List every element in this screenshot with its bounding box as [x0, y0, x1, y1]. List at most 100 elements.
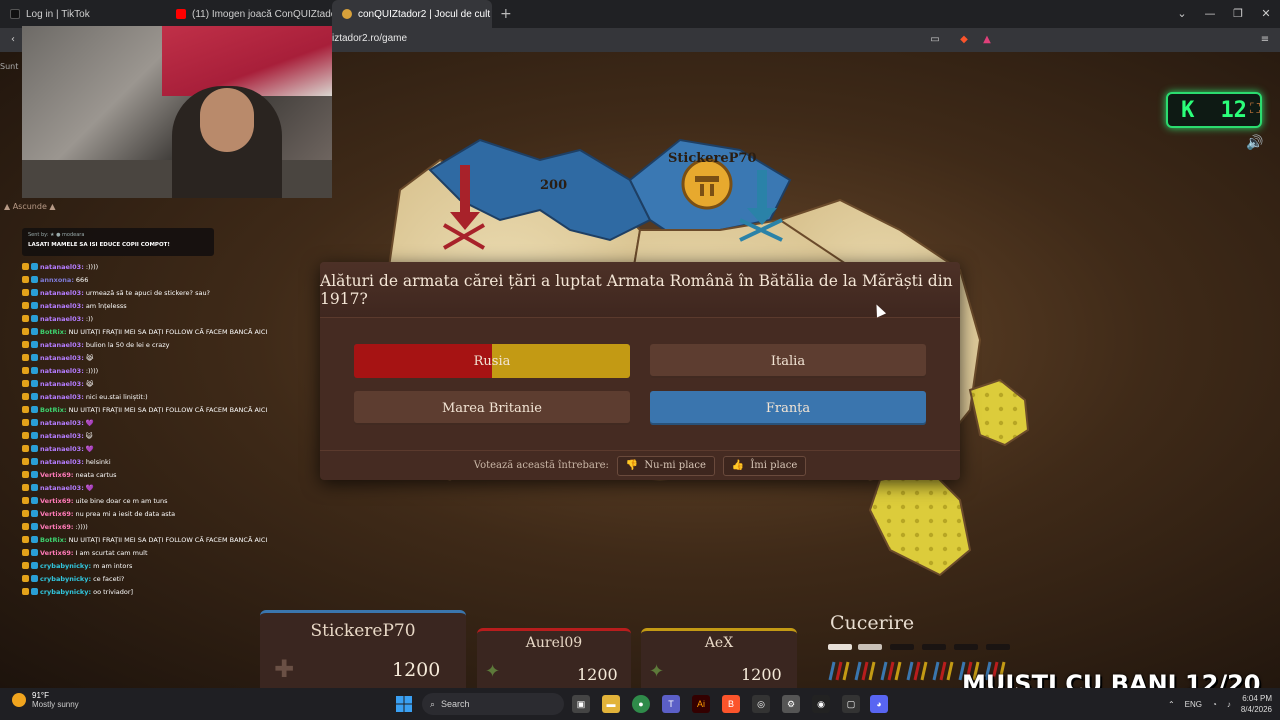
chat-username[interactable]: Vertix69: — [40, 523, 73, 531]
taskbar-search[interactable]: ⌕ Search — [422, 693, 564, 715]
chat-message: natanael03::)) — [22, 312, 312, 325]
chat-username[interactable]: natanael03: — [40, 289, 84, 297]
chat-username[interactable]: BotRix: — [40, 328, 67, 336]
map-territory-yellow-east[interactable] — [968, 378, 1030, 447]
vote-bar: Votează această întrebare: 👎 Nu-mi place… — [320, 450, 960, 480]
chat-badge-icon — [31, 367, 38, 374]
taskbar-clock[interactable]: 6:04 PM 8/4/2026 — [1241, 693, 1272, 715]
chat-username[interactable]: Vertix69: — [40, 549, 73, 557]
map-territory-yellow-southeast[interactable] — [868, 468, 972, 577]
minimize-icon[interactable]: — — [1196, 0, 1224, 28]
weather-condition: Mostly sunny — [32, 700, 79, 709]
clock-date: 8/4/2026 — [1240, 705, 1272, 714]
fortress-icon: ✦ — [649, 661, 665, 682]
map-player-label: StickereP70 — [668, 151, 757, 166]
weather-widget[interactable]: 91°F Mostly sunny — [12, 691, 79, 709]
obs-icon[interactable]: ◉ — [812, 695, 830, 713]
chat-username[interactable]: natanael03: — [40, 341, 84, 349]
chat-username[interactable]: natanael03: — [40, 419, 84, 427]
illustrator-icon[interactable]: Ai — [692, 695, 710, 713]
close-window-icon[interactable]: ✕ — [1252, 0, 1280, 28]
brave-rewards-icon[interactable]: ▲ — [980, 33, 994, 47]
stream-side-text: Sunt — [0, 62, 19, 71]
chat-badge-icon — [31, 536, 38, 543]
chat-username[interactable]: natanael03: — [40, 354, 84, 362]
chat-message: natanael03: 💜 — [22, 481, 312, 494]
chat-text: am înțelesss — [85, 301, 127, 310]
chat-username[interactable]: crybabynicky: — [40, 562, 91, 570]
chat-text: 💜 — [85, 483, 94, 492]
chat-username[interactable]: Vertix69: — [40, 471, 73, 479]
back-icon[interactable]: ‹ — [6, 33, 20, 47]
chat-message: natanael03: nici eu.stai liniștit:) — [22, 390, 312, 403]
menu-icon[interactable]: ≡ — [1258, 33, 1272, 47]
brave-shield-icon[interactable]: ◆ — [957, 33, 971, 47]
viewer-count: 12 — [1220, 97, 1247, 123]
chat-text: NU UITAȚI FRAȚII MEI SA DAȚI FOLLOW CĂ F… — [68, 327, 268, 336]
tab-search-icon[interactable]: ⌄ — [1168, 0, 1196, 28]
chat-username[interactable]: natanael03: — [40, 432, 84, 440]
chat-badge-icon — [31, 276, 38, 283]
discord-icon[interactable]: ◕ — [870, 695, 888, 713]
chat-username[interactable]: natanael03: — [40, 458, 84, 466]
app-icon[interactable]: ◎ — [752, 695, 770, 713]
tab-label: conQUIZtador2 | Jocul de cult — [358, 8, 491, 20]
chat-username[interactable]: natanael03: — [40, 445, 84, 453]
app-icon-2[interactable]: ▢ — [842, 695, 860, 713]
hide-toggle[interactable]: ▲ Ascunde ▲ — [4, 202, 56, 211]
chat-username[interactable]: annxona: — [40, 276, 74, 284]
file-explorer-icon[interactable]: ▬ — [602, 695, 620, 713]
chat-username[interactable]: BotRix: — [40, 406, 67, 414]
task-view-icon[interactable]: ▣ — [572, 695, 590, 713]
chat-username[interactable]: Vertix69: — [40, 510, 73, 518]
like-button[interactable]: 👍 Îmi place — [722, 455, 807, 476]
game-mode-title: Cucerire — [830, 612, 915, 634]
chat-username[interactable]: crybabynicky: — [40, 575, 91, 583]
tab-youtube[interactable]: (11) Imogen joacă ConQUIZtador (mı — [166, 0, 332, 28]
answer-rusia[interactable]: Rusia — [354, 344, 630, 378]
chat-username[interactable]: natanael03: — [40, 263, 84, 271]
language-indicator[interactable]: ENG — [1185, 700, 1202, 709]
chat-username[interactable]: natanael03: — [40, 380, 84, 388]
chat-badge-icon — [22, 289, 29, 296]
chat-username[interactable]: BotRix: — [40, 536, 67, 544]
windows-start-icon[interactable] — [396, 696, 412, 712]
chat-badge-icon — [22, 523, 29, 530]
player-name: AeX — [704, 635, 734, 651]
chat-badge-icon — [31, 354, 38, 361]
fullscreen-icon[interactable]: ⛶ — [1244, 98, 1266, 120]
tab-conquiztador[interactable]: conQUIZtador2 | Jocul de cult ✕ — [332, 0, 492, 28]
answer-franta[interactable]: Franța — [650, 391, 926, 425]
chevron-up-icon[interactable]: ⌃ — [1168, 700, 1175, 709]
wifi-icon[interactable]: ◔ — [1212, 700, 1217, 709]
dislike-button[interactable]: 👎 Nu-mi place — [616, 455, 715, 476]
volume-icon[interactable]: ♪ — [1227, 700, 1231, 709]
brave-icon[interactable]: B — [722, 695, 740, 713]
new-tab-button[interactable]: + — [492, 6, 520, 22]
sound-icon[interactable]: 🔊 — [1244, 132, 1266, 154]
chat-username[interactable]: natanael03: — [40, 393, 84, 401]
answer-italia[interactable]: Italia — [650, 344, 926, 378]
chat-badge-icon — [22, 367, 29, 374]
maximize-icon[interactable]: ❐ — [1224, 0, 1252, 28]
sun-icon — [12, 693, 26, 707]
chat-message: natanael03: bulion la 50 de lei e crazy — [22, 338, 312, 351]
answer-label: Italia — [770, 353, 806, 369]
settings-icon[interactable]: ⚙ — [782, 695, 800, 713]
stream-chat: Sent by: ★ ● modeara LASATI MAMELE SA IS… — [22, 228, 312, 598]
answer-marea-britanie[interactable]: Marea Britanie — [354, 391, 630, 425]
chat-username[interactable]: natanael03: — [40, 302, 84, 310]
chat-username[interactable]: natanael03: — [40, 484, 84, 492]
tab-tiktok[interactable]: Log in | TikTok — [0, 0, 166, 28]
teams-icon[interactable]: T — [662, 695, 680, 713]
chrome-icon[interactable]: ● — [632, 695, 650, 713]
chat-badge-icon — [22, 445, 29, 452]
chat-message: natanael03: 💜 — [22, 442, 312, 455]
cast-icon[interactable]: ▭ — [928, 33, 942, 47]
chat-badge-icon — [22, 458, 29, 465]
chat-username[interactable]: natanael03: — [40, 315, 84, 323]
chat-username[interactable]: Vertix69: — [40, 497, 73, 505]
url-field[interactable]: iztador2.ro/game — [332, 33, 407, 44]
chat-username[interactable]: natanael03: — [40, 367, 84, 375]
chat-username[interactable]: crybabynicky: — [40, 588, 91, 596]
